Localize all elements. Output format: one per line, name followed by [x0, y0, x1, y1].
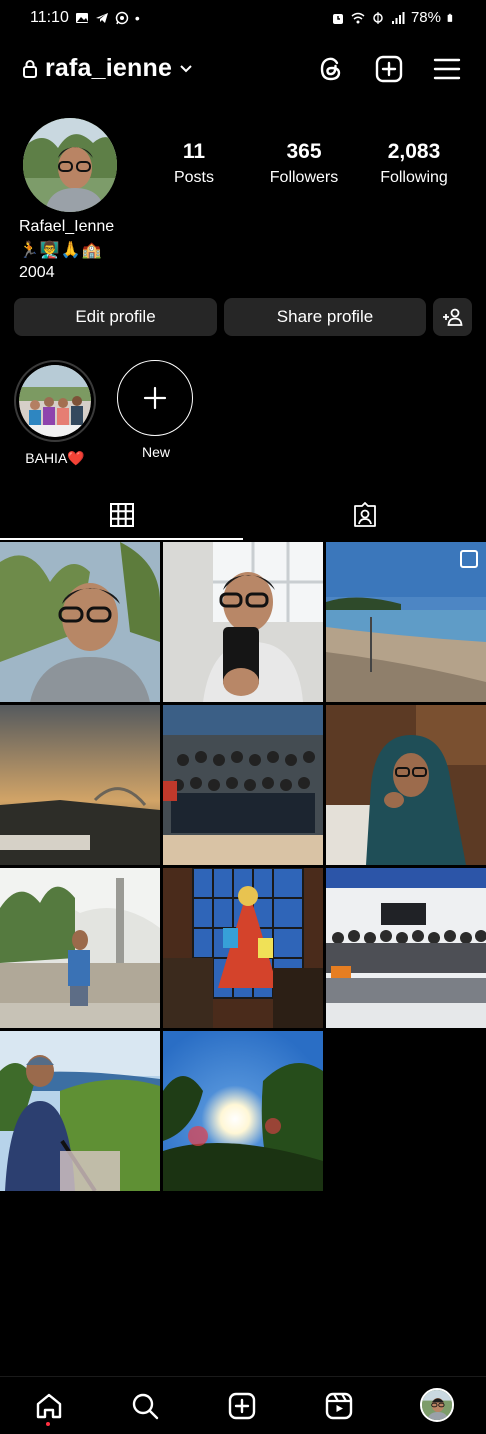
new-highlight-ring [117, 360, 193, 436]
threads-icon[interactable] [316, 54, 346, 84]
status-bar: 11:10 • 78% [0, 0, 486, 40]
status-bar-left: 11:10 • [30, 9, 140, 27]
post-image [163, 705, 323, 865]
post-thumbnail[interactable] [0, 542, 160, 702]
status-time: 11:10 [30, 9, 69, 26]
profile-header: rafa_ienne [0, 44, 486, 96]
alarm-icon [332, 13, 343, 24]
posts-stat[interactable]: 11 Posts [169, 140, 219, 187]
status-bar-right: 78% [331, 9, 456, 26]
whatsapp-icon [115, 11, 129, 25]
profile-avatar[interactable] [23, 118, 117, 212]
create-post-icon[interactable] [374, 54, 404, 84]
profile-tab-avatar[interactable] [420, 1388, 454, 1422]
highlight-cover-ring [14, 360, 96, 442]
post-thumbnail[interactable] [0, 1031, 160, 1191]
reels-tab[interactable] [322, 1389, 356, 1423]
following-count: 2,083 [387, 140, 441, 163]
highlight-new[interactable]: New [117, 360, 195, 460]
create-icon [228, 1392, 256, 1420]
edit-profile-button[interactable]: Edit profile [14, 298, 217, 336]
post-thumbnail[interactable] [163, 542, 323, 702]
followers-stat[interactable]: 365 Followers [264, 140, 344, 187]
tagged-icon [353, 502, 376, 527]
plus-icon [143, 386, 167, 410]
followers-count: 365 [286, 140, 322, 163]
gallery-icon [75, 13, 88, 23]
username[interactable]: rafa_ienne [45, 54, 172, 83]
post-thumbnail[interactable] [326, 542, 486, 702]
data-icon [373, 11, 383, 24]
signal-icon [391, 11, 405, 24]
home-icon [36, 1393, 62, 1419]
share-profile-button[interactable]: Share profile [224, 298, 426, 336]
battery-icon [447, 13, 453, 22]
following-stat[interactable]: 2,083 Following [374, 140, 454, 187]
search-icon [132, 1393, 159, 1420]
post-image [326, 705, 486, 865]
profile-bio-emoji: 🏃👨‍🏫🙏🏫 [19, 242, 103, 259]
following-label: Following [380, 169, 448, 186]
battery-percent: 78% [410, 9, 441, 26]
post-image [326, 868, 486, 1028]
post-image [163, 542, 323, 702]
account-switcher[interactable]: rafa_ienne [22, 54, 193, 83]
post-image [0, 542, 160, 702]
posts-count: 11 [182, 140, 206, 163]
profile-bio-text: 2004 [19, 264, 55, 281]
avatar-photo [23, 118, 117, 212]
followers-label: Followers [269, 169, 339, 186]
posts-grid-tab[interactable] [0, 490, 243, 540]
search-tab[interactable] [128, 1389, 162, 1423]
highlight-bahia[interactable]: BAHIA❤️ [14, 360, 96, 467]
menu-icon[interactable] [432, 54, 462, 84]
post-thumbnail[interactable] [163, 868, 323, 1028]
profile-display-name: Rafael_Ienne [19, 218, 115, 235]
post-image [0, 1031, 160, 1191]
lock-icon [23, 59, 37, 78]
header-actions [316, 54, 462, 84]
posts-label: Posts [173, 169, 214, 186]
discover-people-button[interactable] [433, 298, 472, 336]
carousel-icon [460, 550, 478, 568]
profile-tab-photo [422, 1390, 452, 1420]
post-thumbnail[interactable] [0, 705, 160, 865]
post-image [163, 868, 323, 1028]
home-tab[interactable] [32, 1389, 66, 1423]
highlight-new-label: New [141, 444, 170, 460]
post-thumbnail[interactable] [163, 1031, 323, 1191]
chevron-down-icon[interactable] [179, 64, 193, 74]
add-person-icon [442, 308, 462, 326]
post-thumbnail[interactable] [326, 868, 486, 1028]
wifi-icon [351, 12, 365, 23]
post-image [0, 705, 160, 865]
dot-icon: • [134, 10, 140, 26]
highlight-cover-photo [19, 365, 91, 437]
reels-icon [325, 1392, 353, 1420]
telegram-icon [95, 13, 108, 23]
active-tab-indicator [0, 538, 243, 540]
post-image [0, 868, 160, 1028]
post-thumbnail[interactable] [0, 868, 160, 1028]
create-tab[interactable] [225, 1389, 259, 1423]
tagged-tab[interactable] [243, 490, 486, 540]
highlight-label: BAHIA❤️ [25, 450, 85, 466]
profile-tabs [0, 490, 486, 540]
home-notification-dot [46, 1422, 50, 1426]
bottom-navigation [0, 1376, 486, 1434]
post-thumbnail[interactable] [326, 705, 486, 865]
grid-icon [109, 503, 134, 527]
post-thumbnail[interactable] [163, 705, 323, 865]
post-image [163, 1031, 323, 1191]
